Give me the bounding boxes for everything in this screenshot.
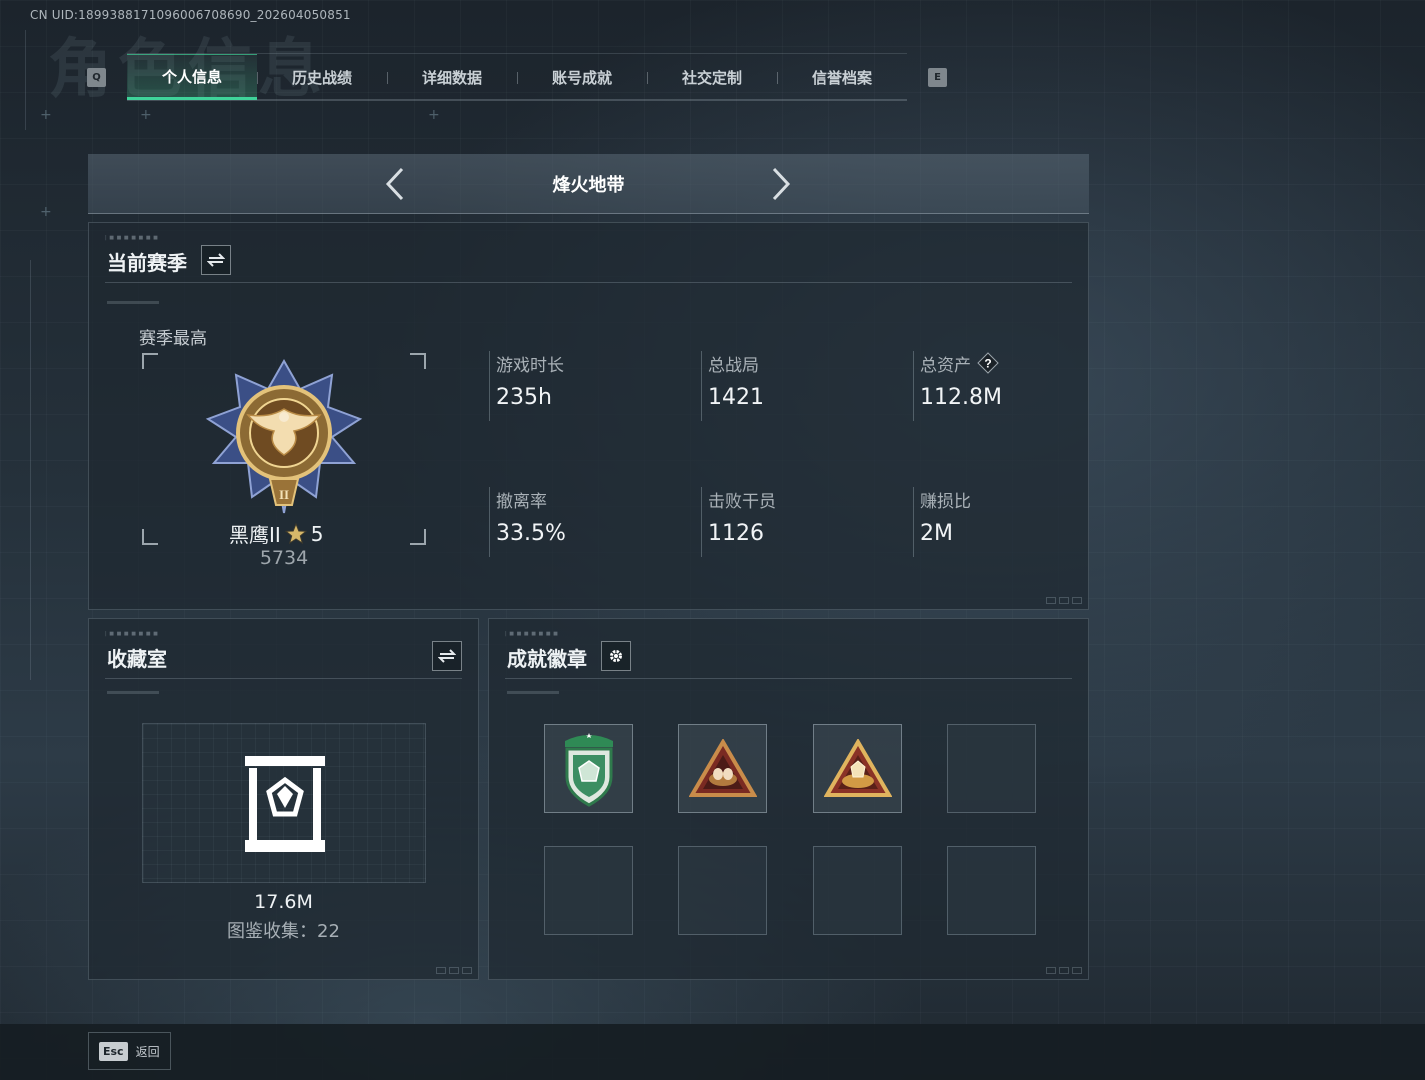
decor-line bbox=[30, 260, 31, 680]
badge-slot-2[interactable] bbox=[678, 724, 767, 813]
stat-label: 撤离率 bbox=[496, 491, 547, 512]
collection-value: 17.6M bbox=[254, 891, 313, 913]
achievement-badges-panel: | ■ ■ ■ ■ ■ ■ ■ 成就徽章 bbox=[488, 618, 1089, 980]
frame-corner bbox=[410, 529, 426, 545]
collection-panel: | ■ ■ ■ ■ ■ ■ ■ 收藏室 17.6M 图鉴收集：22 bbox=[88, 618, 479, 980]
decor-plus: + bbox=[40, 107, 52, 123]
decor-bar bbox=[107, 301, 159, 304]
help-diamond-icon: ? bbox=[977, 352, 999, 374]
frame-corner bbox=[410, 353, 426, 369]
stat-label-row: 总资产 ? bbox=[920, 351, 1113, 376]
stat-total-assets: 总资产 ? 112.8M bbox=[913, 351, 1113, 421]
collection-title: 收藏室 bbox=[107, 647, 167, 671]
help-icon[interactable]: ? bbox=[977, 352, 999, 374]
mode-selector: 烽火地带 bbox=[88, 154, 1089, 214]
panel-corner-decor bbox=[1046, 967, 1082, 974]
badges-title: 成就徽章 bbox=[507, 647, 587, 671]
tab-detailed-data[interactable]: 详细数据 bbox=[387, 54, 517, 100]
decor-microtext: | ■ ■ ■ ■ ■ ■ ■ bbox=[105, 235, 159, 241]
badge-settings-button[interactable] bbox=[601, 641, 631, 671]
chevron-right-icon bbox=[772, 167, 791, 201]
stat-label: 游戏时长 bbox=[496, 355, 564, 376]
frame-corner bbox=[142, 529, 158, 545]
badge-slot-4-empty[interactable] bbox=[947, 724, 1036, 813]
rank-frame: II bbox=[142, 353, 426, 545]
nest-badge-bronze-icon bbox=[688, 738, 757, 797]
back-button[interactable]: Esc 返回 bbox=[88, 1032, 171, 1070]
stat-value: 112.8M bbox=[920, 385, 1002, 410]
stat-label: 总资产 bbox=[920, 355, 971, 376]
tab-bar: 个人信息 历史战绩 详细数据 账号成就 社交定制 信誉档案 bbox=[127, 53, 907, 101]
stat-operators-defeated: 击败干员 1126 bbox=[701, 487, 901, 557]
nest-badge-gold-icon bbox=[823, 738, 892, 797]
badge-slot-3[interactable] bbox=[813, 724, 902, 813]
rank-stars: 5 bbox=[310, 521, 324, 546]
season-panel-header: 当前赛季 bbox=[105, 243, 1072, 283]
decor-bar bbox=[507, 691, 559, 694]
badge-slot-7-empty[interactable] bbox=[813, 846, 902, 935]
collection-switch-button[interactable] bbox=[432, 641, 462, 671]
season-best-label: 赛季最高 bbox=[139, 329, 207, 349]
frame-corner bbox=[142, 353, 158, 369]
season-switch-button[interactable] bbox=[201, 245, 231, 275]
decor-plus: + bbox=[428, 107, 440, 123]
collection-room-button[interactable] bbox=[142, 723, 426, 883]
swap-icon bbox=[207, 253, 225, 267]
decor-plus: + bbox=[140, 107, 152, 123]
collection-panel-header: 收藏室 bbox=[105, 639, 462, 679]
rank-score: 5734 bbox=[259, 547, 309, 569]
stat-label: 击败干员 bbox=[708, 491, 776, 512]
rank-name: 黑鹰II bbox=[229, 523, 281, 547]
collection-count: 图鉴收集：22 bbox=[227, 921, 340, 942]
gear-icon bbox=[610, 650, 622, 662]
tab-match-history[interactable]: 历史战绩 bbox=[257, 54, 387, 100]
stat-value: 2M bbox=[920, 521, 953, 546]
decor-plus: + bbox=[40, 204, 52, 220]
stat-play-time: 游戏时长 235h bbox=[489, 351, 689, 421]
stat-value: 33.5% bbox=[496, 521, 566, 546]
stat-total-matches: 总战局 1421 bbox=[701, 351, 901, 421]
panel-corner-decor bbox=[1046, 597, 1082, 604]
bottom-bar bbox=[0, 1024, 1425, 1080]
current-season-panel: | ■ ■ ■ ■ ■ ■ ■ 当前赛季 赛季最高 II 黑鹰II 5 5734… bbox=[88, 222, 1089, 610]
display-case-icon bbox=[245, 756, 325, 852]
svg-text:?: ? bbox=[984, 357, 991, 371]
season-title: 当前赛季 bbox=[107, 251, 187, 275]
stat-value: 235h bbox=[496, 385, 552, 410]
badge-slot-5-empty[interactable] bbox=[544, 846, 633, 935]
stat-value: 1421 bbox=[708, 385, 764, 410]
stat-label: 总战局 bbox=[708, 355, 759, 376]
badges-panel-header: 成就徽章 bbox=[505, 639, 1072, 679]
uid-label: CN UID:1899388171096006708690_2026040508… bbox=[30, 8, 351, 22]
next-mode-button[interactable] bbox=[766, 166, 796, 202]
badge-slot-6-empty[interactable] bbox=[678, 846, 767, 935]
star-icon bbox=[284, 522, 307, 544]
tab-social-customization[interactable]: 社交定制 bbox=[647, 54, 777, 100]
svg-text:II: II bbox=[279, 487, 289, 502]
tab-credit-record[interactable]: 信誉档案 bbox=[777, 54, 907, 100]
next-tab-key-hint[interactable]: E bbox=[928, 68, 947, 87]
badge-slot-1[interactable] bbox=[544, 724, 633, 813]
tab-personal-info[interactable]: 个人信息 bbox=[127, 54, 257, 100]
stat-profit-loss-ratio: 赚损比 2M bbox=[913, 487, 1113, 557]
shield-badge-icon bbox=[564, 732, 613, 807]
decor-microtext: | ■ ■ ■ ■ ■ ■ ■ bbox=[105, 631, 159, 637]
stat-extraction-rate: 撤离率 33.5% bbox=[489, 487, 689, 557]
panel-corner-decor bbox=[436, 967, 472, 974]
back-label: 返回 bbox=[135, 1044, 160, 1059]
eagle-rank-icon: II bbox=[205, 359, 363, 514]
rank-name-row: 黑鹰II 5 bbox=[229, 519, 324, 548]
esc-key-hint: Esc bbox=[99, 1041, 128, 1061]
badge-slot-8-empty[interactable] bbox=[947, 846, 1036, 935]
swap-icon bbox=[438, 649, 456, 663]
decor-microtext: | ■ ■ ■ ■ ■ ■ ■ bbox=[505, 631, 559, 637]
decor-bar bbox=[107, 691, 159, 694]
stat-label: 赚损比 bbox=[920, 491, 971, 512]
decor-line bbox=[25, 30, 26, 130]
stat-value: 1126 bbox=[708, 521, 764, 546]
mode-title: 烽火地带 bbox=[552, 175, 625, 196]
tab-account-achievements[interactable]: 账号成就 bbox=[517, 54, 647, 100]
prev-tab-key-hint[interactable]: Q bbox=[87, 68, 106, 87]
